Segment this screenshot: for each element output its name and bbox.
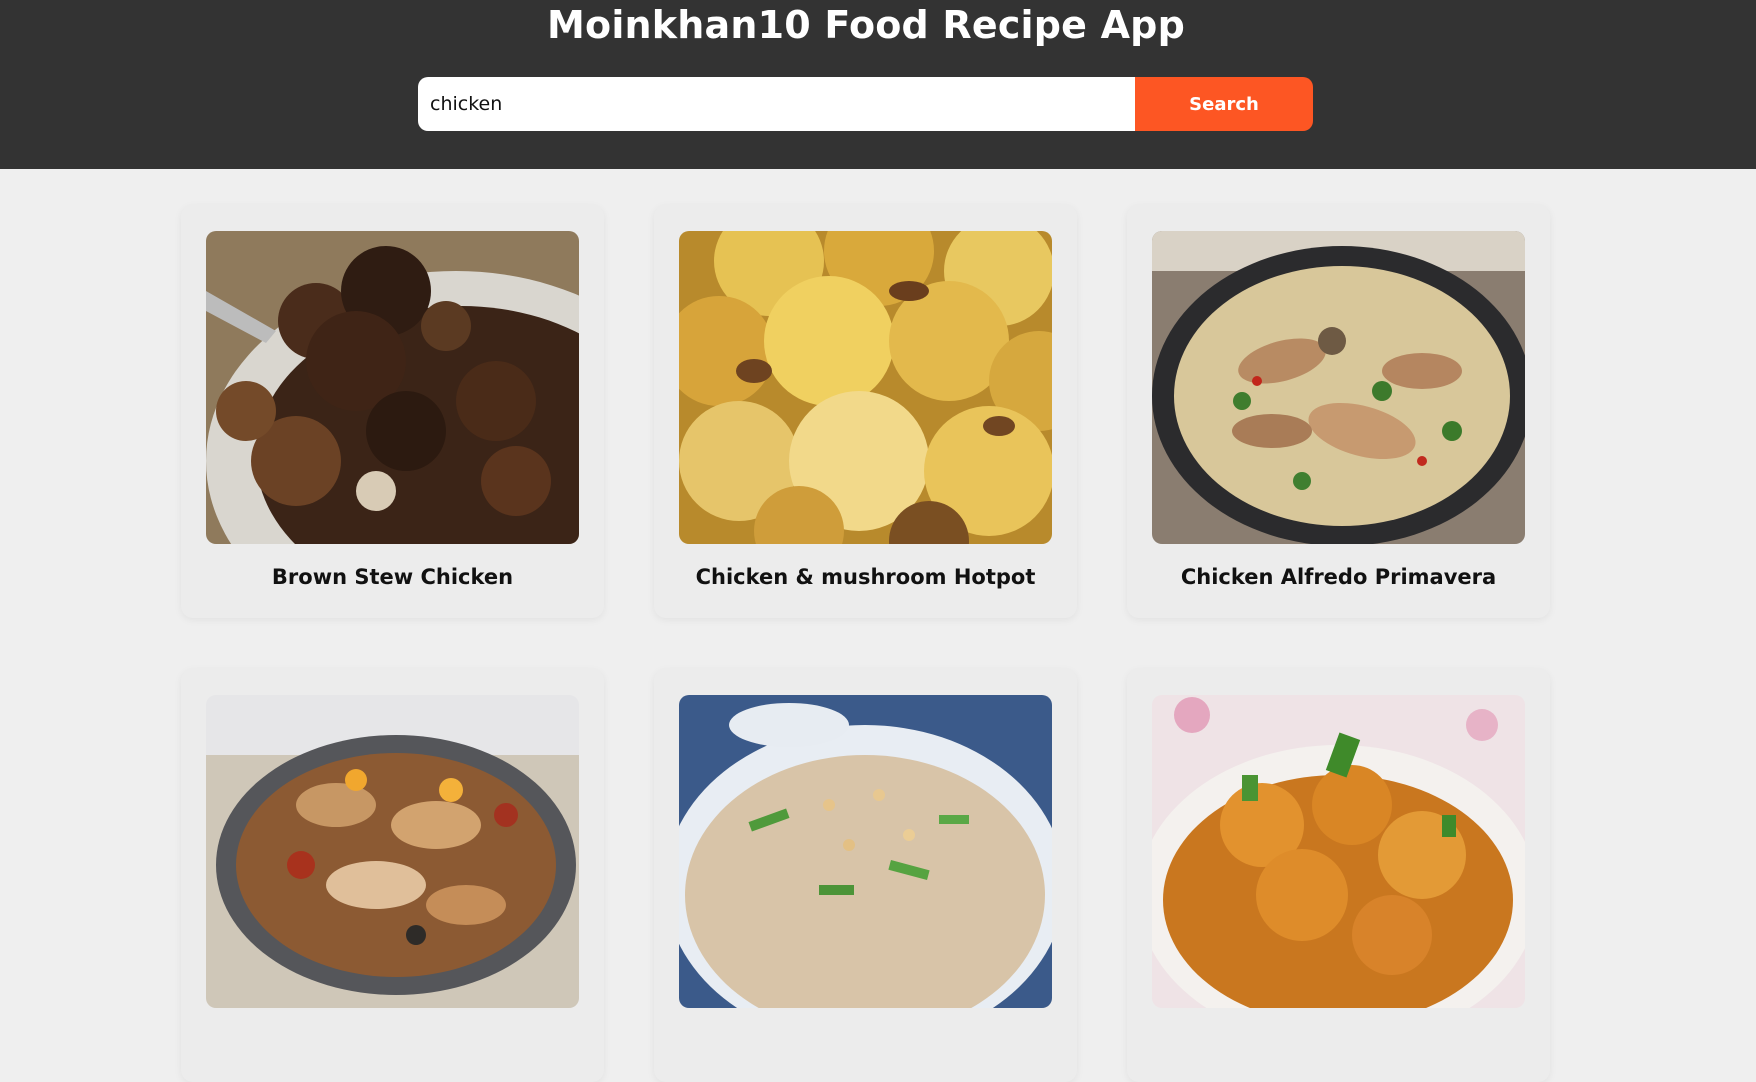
recipe-card[interactable] <box>1127 669 1550 1082</box>
recipe-image[interactable] <box>206 231 579 544</box>
search-form: Search <box>418 77 1313 131</box>
recipe-title: Chicken Alfredo Primavera <box>1180 565 1497 589</box>
page-title: Moinkhan10 Food Recipe App <box>547 3 1185 47</box>
recipe-title: Chicken & mushroom Hotpot <box>695 565 1036 589</box>
app-header: Moinkhan10 Food Recipe App Search <box>0 0 1756 169</box>
search-input[interactable] <box>418 77 1135 131</box>
recipe-card[interactable] <box>181 669 604 1082</box>
recipe-card[interactable]: Chicken & mushroom Hotpot <box>654 205 1077 618</box>
recipe-grid: Brown Stew Chicken Chicken & mushroom Ho… <box>181 205 1551 1082</box>
recipe-image[interactable] <box>679 695 1052 1008</box>
recipe-card[interactable] <box>654 669 1077 1082</box>
recipe-card[interactable]: Brown Stew Chicken <box>181 205 604 618</box>
recipe-image[interactable] <box>1152 231 1525 544</box>
recipe-title: Brown Stew Chicken <box>271 565 514 589</box>
search-button[interactable]: Search <box>1135 77 1313 131</box>
recipe-image[interactable] <box>679 231 1052 544</box>
recipe-card[interactable]: Chicken Alfredo Primavera <box>1127 205 1550 618</box>
recipe-image[interactable] <box>1152 695 1525 1008</box>
recipe-image[interactable] <box>206 695 579 1008</box>
